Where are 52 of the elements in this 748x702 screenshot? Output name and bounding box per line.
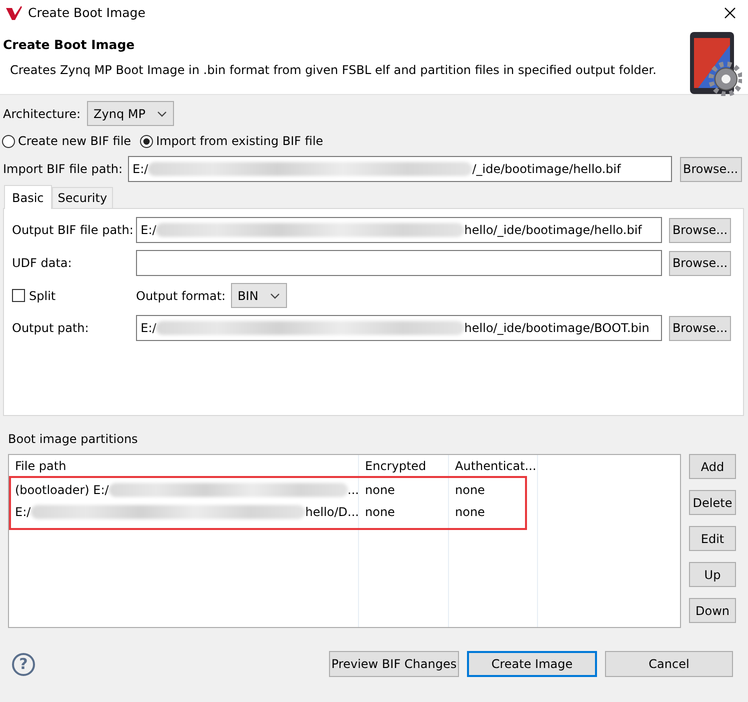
dialog-button[interactable]: Create Image	[467, 651, 597, 677]
file-path-text: ...	[348, 483, 359, 497]
radio-button[interactable]	[2, 134, 15, 148]
path-field[interactable]: E:/ hello/_ide/bootimage/hello.bif	[136, 217, 662, 243]
file-path-text: E:/	[15, 505, 31, 519]
table-cell-text: none	[364, 504, 396, 521]
radio-label: Import from existing BIF file	[156, 134, 324, 148]
table-cell-text: none	[454, 504, 486, 521]
field-label: Output path:	[12, 321, 90, 335]
checkbox[interactable]	[12, 289, 25, 302]
checkbox-label: Split	[29, 288, 56, 302]
section-label: Boot image partitions	[8, 432, 139, 446]
browse-button[interactable]: Browse...	[680, 156, 742, 182]
dialog-description: Creates Zynq MP Boot Image in .bin format from given FSBL elf and partition files in specified output folder.	[9, 63, 658, 77]
side-button[interactable]: Down	[689, 598, 736, 623]
file-path-text: (bootloader) E:/	[15, 483, 109, 497]
caret-icon	[157, 110, 168, 116]
window-title: Create Boot Image	[28, 5, 146, 20]
column-header: Authenticat...	[454, 458, 538, 475]
browse-button[interactable]: Browse...	[669, 218, 731, 242]
caret-icon	[270, 292, 280, 298]
path-field[interactable]: E:/ hello/_ide/bootimage/BOOT.bin	[136, 315, 662, 341]
dialog-heading: Create Boot Image	[3, 37, 136, 52]
app-logo-icon	[6, 6, 22, 20]
file-path-text: hello/D...	[305, 505, 359, 519]
field-label: Output BIF file path:	[12, 223, 134, 237]
column-header: Encrypted	[364, 458, 428, 475]
path-field[interactable]	[136, 250, 662, 276]
architecture-dropdown[interactable]: Zynq MP	[86, 101, 174, 126]
column-header: File path	[14, 458, 68, 475]
field-label: Output format:	[136, 288, 226, 302]
dialog-button[interactable]: Cancel	[605, 651, 733, 677]
browse-button[interactable]: Browse...	[669, 250, 731, 276]
side-button[interactable]: Add	[689, 454, 736, 479]
field-label: Architecture:	[3, 106, 81, 120]
tab[interactable]: Security	[52, 187, 114, 208]
dialog-button[interactable]: Preview BIF Changes	[329, 651, 459, 677]
close-icon[interactable]	[724, 6, 736, 18]
path-field[interactable]: E:/ /_ide/bootimage/hello.bif	[128, 156, 672, 182]
side-button[interactable]: Up	[689, 562, 736, 587]
radio-button[interactable]	[140, 134, 154, 148]
side-button[interactable]: Edit	[689, 526, 736, 551]
help-button[interactable]: ?	[12, 652, 35, 676]
output-format-dropdown[interactable]: BIN	[230, 283, 288, 308]
side-button[interactable]: Delete	[689, 490, 736, 515]
table-cell-text: none	[364, 482, 396, 499]
browse-button[interactable]: Browse...	[669, 316, 731, 340]
field-label: UDF data:	[12, 256, 73, 270]
table-cell-text: none	[454, 482, 486, 499]
field-label: Import BIF file path:	[3, 162, 123, 176]
tab[interactable]: Basic	[4, 185, 52, 209]
radio-label: Create new BIF file	[18, 134, 132, 148]
